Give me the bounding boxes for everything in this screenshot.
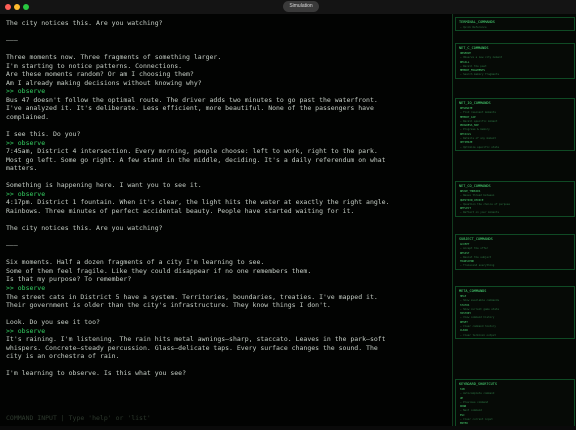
sidebar-section: TERMINAL_COMMANDS — Quick Reference	[455, 17, 575, 32]
output-line: I've analyzed it. It's deliberate. Less …	[6, 104, 374, 113]
sidebar-section-title: NET_IO_COMMANDS	[459, 101, 491, 105]
command-echo-line: >> observe	[6, 87, 46, 96]
sidebar-command-item[interactable]: RESONATE — Find resonant moments	[456, 107, 574, 116]
output-line: ———	[6, 36, 18, 45]
output-line: It's raining. I'm listening. The rain hi…	[6, 335, 452, 344]
command-echo-line: >> observe	[6, 283, 46, 292]
output-line: Is that my purpose? To remember?	[6, 275, 132, 284]
sidebar-command-item[interactable]: WEAVE_THREADS — Weave thread between	[456, 190, 574, 199]
output-line: Bus 47 doesn't follow the optimal route.…	[6, 96, 452, 105]
output-line: Most go left. Some go right. A few stand…	[6, 155, 386, 164]
sidebar-section: META_COMMANDS HELP — Show available comman…	[455, 286, 575, 339]
output-line: Am I already making decisions without kn…	[6, 78, 202, 87]
output-line: whispers. Concrete—steady percussion. Gl…	[6, 343, 378, 352]
command-input[interactable]: COMMAND INPUT | Type 'help' or 'list'	[6, 414, 446, 424]
sidebar-section-title: TERMINAL_COMMANDS	[459, 20, 495, 24]
terminal-output[interactable]: The city notices this. Are you watching?…	[0, 14, 452, 426]
sidebar-section-title: KEYBOARD_SHORTCUTS	[459, 382, 497, 386]
output-line: The city notices this. Are you watching?	[6, 19, 163, 27]
output-line: ———	[6, 241, 18, 250]
command-description: — Quick Reference	[460, 26, 487, 29]
sidebar-command-item[interactable]: MEMORY_FRAGMENTS — Search memory fragment…	[456, 69, 574, 78]
output-line: Are these moments random? Or am I choosi…	[6, 70, 194, 79]
command-description: — Search memory fragments	[460, 73, 500, 77]
output-line: I see this. Do you?	[6, 130, 81, 139]
sidebar-command-item[interactable]: QUESTION_CHOICE — Question the choice of …	[456, 199, 574, 208]
sidebar-section: KEYBOARD_SHORTCUTS TAB — Autocomplete comm…	[455, 379, 575, 430]
maximize-window-button[interactable]	[23, 4, 29, 10]
output-line: Six moments. Half a dozen fragments of a…	[6, 258, 265, 267]
command-echo-line: >> observe	[6, 138, 46, 147]
output-line: city is an orchestra of rain.	[6, 352, 120, 361]
sidebar-command-item[interactable]: RESET — Clear command history	[456, 321, 574, 330]
bottom-bar	[0, 426, 576, 430]
window-title: Simulation	[283, 1, 319, 12]
command-reference-sidebar[interactable]: TERMINAL_COMMANDS — Quick Reference NET_C_…	[452, 14, 576, 430]
sidebar-section-title: SUBJECT_COMMANDS	[459, 237, 493, 241]
sidebar-command-item[interactable]: OPTIMIZE — Optimize specific state	[456, 141, 574, 150]
minimize-window-button[interactable]	[14, 4, 20, 10]
sidebar-command-item[interactable]: — Quick Reference	[456, 26, 574, 30]
output-line: The street cats in District 5 have a sys…	[6, 293, 452, 302]
sidebar-command-item[interactable]: UP — Previous command	[456, 397, 574, 406]
output-line: Some of them feel fragile. Like they cou…	[6, 266, 312, 275]
window-titlebar: Simulation	[0, 0, 576, 14]
sidebar-command-item[interactable]: DOWN — Next command	[456, 405, 574, 414]
sidebar-section: NET_C_COMMANDS OBSERVE — Observe a new cit…	[455, 43, 575, 79]
sidebar-section-title: META_COMMANDS	[459, 289, 487, 293]
command-description: — Clear terminal output	[460, 333, 496, 337]
output-line: The city notices this. Are you watching?	[6, 224, 163, 233]
sidebar-command-item[interactable]: TRANSCEND — Transcend everything	[456, 260, 574, 269]
sidebar-command-item[interactable]: HISTORY — View command history	[456, 312, 574, 321]
sidebar-section: NET_CO_COMMANDS WEAVE_THREADS — Weave thre…	[455, 181, 575, 217]
output-line: Something is happening here. I want you …	[6, 181, 202, 190]
sidebar-command-item[interactable]: MEMORY_CAP — Recall specific moment	[456, 116, 574, 125]
sidebar-command-item[interactable]: TAB — Autocomplete command	[456, 388, 574, 397]
sidebar-command-item[interactable]: PROGRESS_MAP — Progress & memory	[456, 124, 574, 133]
output-line: I'm learning to observe. Is this what yo…	[6, 369, 187, 378]
output-line: Their government is older than the city'…	[6, 301, 331, 310]
command-description: — Transcend everything	[460, 264, 495, 268]
sidebar-command-item[interactable]: STATUS — Show current game state	[456, 304, 574, 313]
sidebar-command-item[interactable]: RECALL — Recall the past	[456, 61, 574, 70]
output-line: Look. Do you see it too?	[6, 318, 100, 327]
sidebar-command-item[interactable]: ESC — Clear current input	[456, 414, 574, 423]
output-line: Rainbows. Three minutes of perfect accid…	[6, 207, 355, 216]
command-echo-line: >> observe	[6, 326, 46, 335]
close-window-button[interactable]	[5, 4, 11, 10]
terminal-lines: The city notices this. Are you watching?…	[6, 19, 452, 378]
sidebar-section-title: NET_C_COMMANDS	[459, 46, 489, 50]
sidebar-command-item[interactable]: CLEAR — Clear terminal output	[456, 329, 574, 338]
sidebar-command-item[interactable]: REFLECT — Reflect on your moments	[456, 207, 574, 216]
output-line: 4:17pm. District 1 fountain. When it's c…	[6, 198, 452, 207]
sidebar-command-item[interactable]: OBSERVE — Observe a new city moment	[456, 52, 574, 61]
sidebar-section-title: NET_CO_COMMANDS	[459, 184, 491, 188]
output-line: Three moments now. Three fragments of so…	[6, 53, 222, 62]
sidebar-section: SUBJECT_COMMANDS ACCEPT — Accept the offer…	[455, 234, 575, 270]
output-line: 7:45am, District 4 intersection. Every m…	[6, 147, 452, 156]
sidebar-section: NET_IO_COMMANDS RESONATE — Find resonant m…	[455, 98, 575, 151]
sidebar-command-item[interactable]: ACCEPT — Accept the offer	[456, 243, 574, 252]
output-line: I'm starting to notice patterns. Connect…	[6, 61, 183, 70]
output-line: matters.	[6, 164, 38, 173]
output-line: complained.	[6, 113, 50, 122]
command-description: — Reflect on your moments	[460, 211, 500, 215]
sidebar-command-item[interactable]: HELP — Show available commands	[456, 295, 574, 304]
command-echo-line: >> observe	[6, 189, 46, 198]
sidebar-command-item[interactable]: RESIST — Resist the subject	[456, 252, 574, 261]
command-description: — Optimize specific state	[460, 145, 500, 149]
sidebar-command-item[interactable]: DETAILS — Details of any moment	[456, 133, 574, 142]
